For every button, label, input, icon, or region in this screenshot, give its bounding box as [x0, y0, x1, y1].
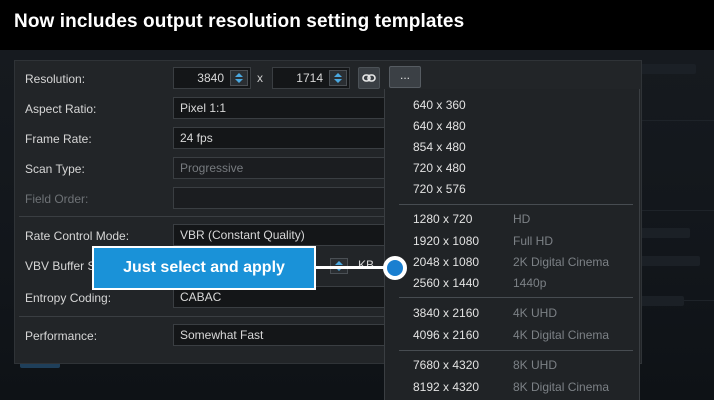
- callout-box: Just select and apply: [92, 246, 316, 290]
- template-item[interactable]: 640 x 480: [413, 119, 466, 133]
- template-item[interactable]: 720 x 576: [413, 182, 466, 196]
- callout-pointer-dot-icon: [383, 256, 407, 280]
- background-blur-element: [640, 296, 684, 306]
- template-item[interactable]: 640 x 360: [413, 98, 466, 112]
- template-item[interactable]: 720 x 480: [413, 161, 466, 175]
- link-aspect-button[interactable]: [358, 67, 380, 89]
- entropy-coding-label: Entropy Coding:: [25, 291, 112, 305]
- template-item[interactable]: 4096 x 2160: [413, 328, 479, 342]
- resolution-label: Resolution:: [25, 72, 86, 86]
- field-order-label: Field Order:: [25, 192, 89, 206]
- resolution-templates-button[interactable]: ...: [389, 66, 421, 88]
- template-item[interactable]: 8192 x 4320: [413, 380, 479, 394]
- menu-divider: [399, 204, 633, 205]
- vbv-buffer-unit: KB: [358, 258, 375, 272]
- vbv-buffer-label: VBV Buffer S: [25, 259, 96, 273]
- template-item-name: 8K Digital Cinema: [513, 380, 610, 394]
- template-item-name: 2K Digital Cinema: [513, 255, 610, 269]
- scan-type-select[interactable]: Progressive: [173, 157, 399, 179]
- template-item-name: 4K Digital Cinema: [513, 328, 610, 342]
- resolution-width-input[interactable]: 3840: [173, 67, 251, 89]
- menu-divider: [399, 350, 633, 351]
- template-item-name: 1440p: [513, 276, 547, 290]
- template-item-name: Full HD: [513, 234, 554, 248]
- width-spinner-icon[interactable]: [230, 70, 248, 86]
- resolution-width-value: 3840: [197, 71, 224, 85]
- aspect-ratio-select[interactable]: Pixel 1:1: [173, 97, 399, 119]
- headline-text: Now includes output resolution setting t…: [14, 11, 465, 32]
- link-icon: [362, 74, 376, 82]
- background-blur-element: [640, 64, 696, 74]
- menu-divider: [399, 297, 633, 298]
- template-item[interactable]: 7680 x 4320: [413, 358, 479, 372]
- performance-label: Performance:: [25, 329, 98, 343]
- template-item[interactable]: 2048 x 1080: [413, 255, 479, 269]
- frame-rate-select[interactable]: 24 fps: [173, 127, 399, 149]
- field-order-select[interactable]: [173, 187, 399, 209]
- template-item[interactable]: 1280 x 720: [413, 212, 472, 226]
- background-blur-element: [640, 228, 690, 238]
- height-spinner-icon[interactable]: [329, 70, 347, 86]
- rate-control-mode-label: Rate Control Mode:: [25, 229, 130, 243]
- template-item[interactable]: 1920 x 1080: [413, 234, 479, 248]
- scan-type-label: Scan Type:: [25, 162, 85, 176]
- background-divider: [640, 210, 714, 211]
- rate-control-mode-select[interactable]: VBR (Constant Quality): [173, 224, 399, 246]
- headline-banner: Now includes output resolution setting t…: [0, 0, 714, 50]
- performance-select[interactable]: Somewhat Fast: [173, 324, 399, 346]
- aspect-ratio-label: Aspect Ratio:: [25, 102, 97, 116]
- frame-rate-label: Frame Rate:: [25, 132, 92, 146]
- background-blur-element: [640, 256, 700, 266]
- resolution-height-value: 1714: [296, 71, 323, 85]
- callout-text: Just select and apply: [123, 259, 285, 276]
- resolution-separator: x: [257, 71, 263, 85]
- template-item[interactable]: 854 x 480: [413, 140, 466, 154]
- resolution-height-input[interactable]: 1714: [272, 67, 350, 89]
- background-divider: [640, 120, 714, 121]
- template-item-name: HD: [513, 212, 531, 226]
- template-item-name: 4K UHD: [513, 306, 558, 320]
- template-item-name: 8K UHD: [513, 358, 558, 372]
- template-item[interactable]: 2560 x 1440: [413, 276, 479, 290]
- resolution-templates-menu: 640 x 360 640 x 480 854 x 480 720 x 480 …: [384, 89, 640, 400]
- template-item[interactable]: 3840 x 2160: [413, 306, 479, 320]
